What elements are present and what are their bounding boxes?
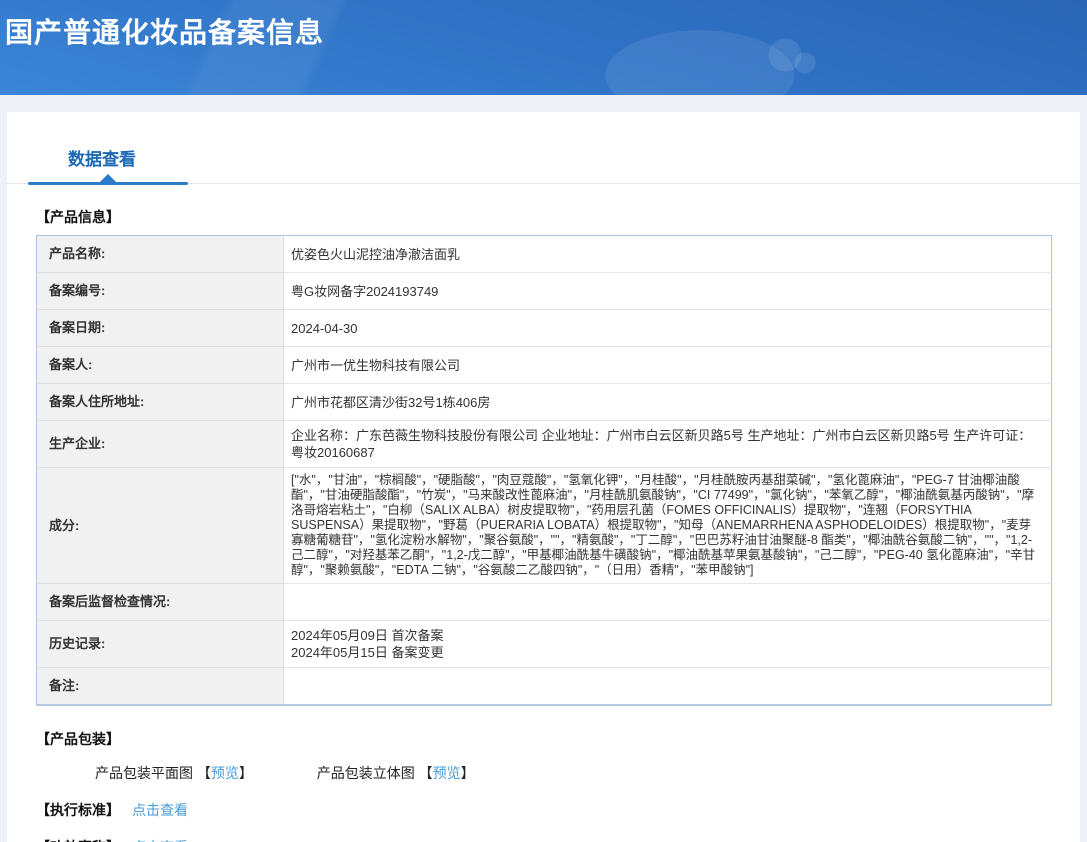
packaging-flat-preview-link[interactable]: 预览 (211, 765, 239, 781)
bracket-open: 【 (418, 765, 433, 781)
table-row-filing-date: 备案日期: 2024-04-30 (36, 309, 1052, 347)
row-label: 产品名称: (36, 235, 284, 273)
packaging-section-title: 【产品包装】 (36, 731, 120, 747)
row-value: 2024年05月09日 首次备案 2024年05月15日 备案变更 (283, 620, 1052, 668)
table-row-filing-number: 备案编号: 粤G妆网备字2024193749 (36, 272, 1052, 310)
active-tab-underline (28, 174, 188, 185)
tab-data-view-label: 数据查看 (68, 150, 136, 169)
row-value: 2024-04-30 (283, 309, 1052, 347)
standards-row: 【执行标准】 点击查看 (36, 800, 1080, 820)
efficacy-row: 【功效宣称】点击查看 (36, 837, 1080, 842)
packaging-stereo-preview-link[interactable]: 预览 (433, 765, 461, 781)
bracket-close: 】 (238, 765, 253, 781)
bracket-close: 】 (460, 765, 475, 781)
row-value: 广州市花都区清沙街32号1栋406房 (283, 383, 1052, 421)
row-label: 备案编号: (36, 272, 284, 310)
table-row-product-name: 产品名称: 优姿色火山泥控油净澈洁面乳 (36, 235, 1052, 273)
row-label: 备案日期: (36, 309, 284, 347)
row-value: 粤G妆网备字2024193749 (283, 272, 1052, 310)
packaging-stereo-label: 产品包装立体图 (316, 765, 415, 781)
table-row-remarks: 备注: (36, 667, 1052, 706)
row-value: 广州市一优生物科技有限公司 (283, 346, 1052, 384)
row-value: 优姿色火山泥控油净澈洁面乳 (283, 235, 1052, 273)
packaging-flat-label: 产品包装平面图 (95, 765, 193, 781)
row-label: 成分: (36, 467, 284, 584)
product-info-table: 产品名称: 优姿色火山泥控油净澈洁面乳 备案编号: 粤G妆网备字20241937… (36, 235, 1052, 706)
row-label: 生产企业: (36, 420, 284, 468)
tab-data-view[interactable]: 数据查看 (28, 145, 188, 185)
tab-bar: 数据查看 (7, 112, 1080, 185)
row-value (283, 583, 1052, 621)
row-label: 历史记录: (36, 620, 284, 668)
table-row-history: 历史记录: 2024年05月09日 首次备案 2024年05月15日 备案变更 (36, 620, 1052, 668)
page-title: 国产普通化妆品备案信息 (5, 17, 325, 48)
row-value: ["水"，"甘油"，"棕榈酸"，"硬脂酸"，"肉豆蔻酸"，"氢氧化钾"，"月桂酸… (283, 467, 1052, 584)
row-label: 备案人: (36, 346, 284, 384)
packaging-flat-group: 产品包装平面图 【预览】 (95, 763, 253, 783)
table-row-ingredients: 成分: ["水"，"甘油"，"棕榈酸"，"硬脂酸"，"肉豆蔻酸"，"氢氧化钾"，… (36, 467, 1052, 584)
row-value: 企业名称：广东芭薇生物科技股份有限公司 企业地址：广州市白云区新贝路5号 生产地… (283, 420, 1052, 468)
row-label: 备案人住所地址: (36, 383, 284, 421)
packaging-stereo-group: 产品包装立体图 【预览】 (317, 763, 475, 783)
standards-label: 【执行标准】 (36, 802, 120, 818)
product-info-section-title: 【产品信息】 (36, 209, 120, 225)
row-label: 备注: (36, 667, 284, 706)
bracket-open: 【 (196, 765, 211, 781)
row-label: 备案后监督检查情况: (36, 583, 284, 621)
table-row-filing-person: 备案人: 广州市一优生物科技有限公司 (36, 346, 1052, 384)
table-row-manufacturer: 生产企业: 企业名称：广东芭薇生物科技股份有限公司 企业地址：广州市白云区新贝路… (36, 420, 1052, 468)
packaging-row: 产品包装平面图 【预览】 产品包装立体图 【预览】 (95, 763, 1080, 783)
table-row-supervision-check: 备案后监督检查情况: (36, 583, 1052, 621)
page-header: 国产普通化妆品备案信息 (0, 0, 1087, 95)
table-row-filing-address: 备案人住所地址: 广州市花都区清沙街32号1栋406房 (36, 383, 1052, 421)
active-tab-caret-icon (100, 174, 116, 182)
main-content-card: 数据查看 【产品信息】 产品名称: 优姿色火山泥控油净澈洁面乳 备案编号: 粤G… (7, 112, 1080, 842)
row-value (283, 667, 1052, 706)
standards-view-link[interactable]: 点击查看 (132, 802, 188, 818)
